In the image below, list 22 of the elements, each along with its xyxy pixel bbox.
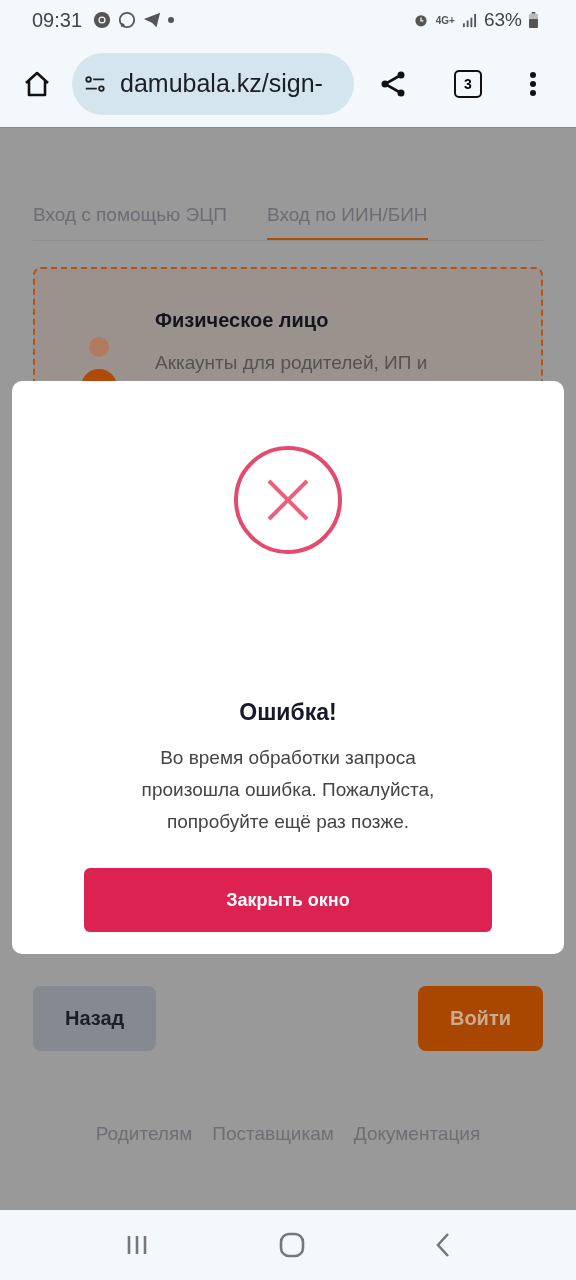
dialog-title: Ошибка! <box>239 699 337 726</box>
signal-icon <box>461 12 477 28</box>
recent-apps-icon[interactable] <box>125 1233 149 1257</box>
status-time: 09:31 <box>32 8 83 32</box>
address-bar[interactable]: damubala.kz/sign- <box>72 52 354 115</box>
close-button[interactable]: Закрыть окно <box>84 868 492 932</box>
battery-level: 63% <box>483 9 522 31</box>
back-icon[interactable] <box>435 1232 451 1258</box>
send-icon <box>143 11 162 29</box>
card-title: Физическое лицо <box>155 309 330 332</box>
chat-icon <box>118 11 137 29</box>
alarm-icon <box>412 12 429 28</box>
dot-icon <box>168 17 175 23</box>
battery-icon <box>529 12 538 28</box>
dialog-message: Во время обработки запроса произошла ошибка. Пожалуйста, попробуйте ещё раз позже. <box>140 746 436 834</box>
back-button[interactable]: Назад <box>33 986 157 1051</box>
tab-count-button[interactable]: 3 <box>454 69 482 98</box>
error-icon <box>233 445 343 555</box>
network-type: 4G+ <box>435 14 455 26</box>
home-button-icon[interactable] <box>279 1232 305 1258</box>
login-button[interactable]: Войти <box>417 986 543 1051</box>
card-description: Аккаунты для родителей, ИП и <box>155 352 428 374</box>
